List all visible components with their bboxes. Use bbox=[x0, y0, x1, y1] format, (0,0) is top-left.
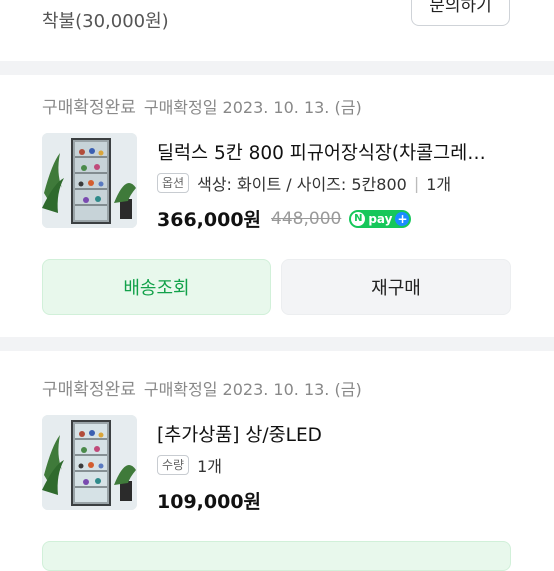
price-row: 109,000원 bbox=[157, 487, 261, 514]
shipping-fee-text: 착불(30,000원) bbox=[42, 11, 169, 32]
product-options: 옵션 색상: 화이트 / 사이즈: 5칸800 | 1개 bbox=[157, 171, 451, 195]
price-row: 366,000원 448,000 Npay + bbox=[157, 205, 412, 232]
section-divider bbox=[0, 61, 554, 75]
original-price: 448,000 bbox=[271, 208, 342, 229]
sale-price: 366,000원 bbox=[157, 209, 262, 231]
product-thumbnail[interactable] bbox=[42, 415, 137, 510]
quantity-text: 1개 bbox=[197, 457, 222, 476]
quantity-text: 1개 bbox=[426, 175, 452, 194]
order-header: 구매확정완료 구매확정일 2023. 10. 13. (금) bbox=[42, 93, 362, 118]
inquiry-button[interactable]: 문의하기 bbox=[411, 0, 510, 26]
order-header: 구매확정완료 구매확정일 2023. 10. 13. (금) bbox=[42, 375, 362, 400]
product-title[interactable]: 딜럭스 5칸 800 피규어장식장(차콜그레… bbox=[157, 139, 512, 165]
rebuy-label: 재구매 bbox=[371, 278, 421, 299]
track-shipping-label: 배송조회 bbox=[123, 278, 190, 299]
plus-icon: + bbox=[395, 211, 410, 226]
section-divider bbox=[0, 337, 554, 351]
rebuy-button[interactable]: 재구매 bbox=[281, 259, 511, 315]
npay-logo-icon: Npay + bbox=[349, 209, 412, 228]
option-tag: 옵션 bbox=[157, 173, 190, 193]
option-text: 색상: 화이트 / 사이즈: 5칸800 bbox=[197, 175, 407, 194]
npay-label: pay bbox=[368, 211, 393, 226]
product-image-display-cabinet bbox=[42, 133, 137, 228]
product-title[interactable]: [추가상품] 상/중LED bbox=[157, 421, 512, 447]
order-status: 구매확정완료 bbox=[42, 98, 136, 118]
track-shipping-button[interactable]: 배송조회 bbox=[42, 259, 271, 315]
product-options: 수량 1개 bbox=[157, 453, 222, 477]
inquiry-button-label: 문의하기 bbox=[429, 0, 492, 16]
confirm-date: 구매확정일 2023. 10. 13. (금) bbox=[143, 98, 362, 117]
product-thumbnail[interactable] bbox=[42, 133, 137, 228]
quantity-tag: 수량 bbox=[157, 455, 190, 475]
product-image-display-cabinet bbox=[42, 415, 137, 510]
sale-price: 109,000원 bbox=[157, 491, 262, 513]
partial-action-button[interactable] bbox=[42, 541, 511, 571]
separator: | bbox=[413, 173, 420, 193]
order-status: 구매확정완료 bbox=[42, 380, 136, 400]
confirm-date: 구매확정일 2023. 10. 13. (금) bbox=[143, 380, 362, 399]
